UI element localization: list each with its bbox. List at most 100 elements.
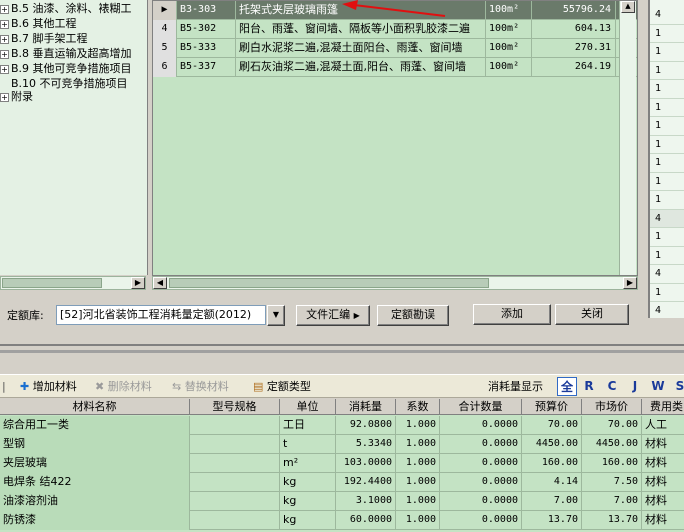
cell-material-name[interactable]: 油漆溶剂油 bbox=[0, 492, 190, 511]
cell-consumption[interactable]: 92.0800 bbox=[336, 416, 396, 435]
tree-item-b9[interactable]: + B.9 其他可竞争措施项目 bbox=[0, 61, 132, 76]
header-unit[interactable]: 单位 bbox=[280, 399, 336, 415]
splitter[interactable] bbox=[0, 350, 684, 353]
cell-total-qty[interactable]: 0.0000 bbox=[440, 416, 522, 435]
cell-consumption[interactable]: 192.4400 bbox=[336, 473, 396, 492]
cell-material-name[interactable]: 型钢 bbox=[0, 435, 190, 454]
tree-item-b8[interactable]: + B.8 垂直运输及超高增加 bbox=[0, 46, 132, 61]
cell-spec[interactable] bbox=[190, 416, 280, 435]
cell-total-qty[interactable]: 0.0000 bbox=[440, 454, 522, 473]
cell-budget-price[interactable]: 7.00 bbox=[522, 492, 582, 511]
header-budget-price[interactable]: 预算价 bbox=[522, 399, 582, 415]
cell-coefficient[interactable]: 1.000 bbox=[396, 416, 440, 435]
scroll-thumb[interactable] bbox=[2, 278, 102, 288]
tree-item-b5[interactable]: + B.5 油漆、涂料、裱糊工 bbox=[0, 1, 132, 16]
scroll-right-icon[interactable]: ▶ bbox=[131, 277, 145, 289]
cell-budget-price[interactable]: 4450.00 bbox=[522, 435, 582, 454]
cell-spec[interactable] bbox=[190, 435, 280, 454]
cell-spec[interactable] bbox=[190, 454, 280, 473]
expand-icon[interactable]: + bbox=[0, 92, 9, 102]
cell-cost-type[interactable]: 材料 bbox=[642, 511, 684, 530]
table-row[interactable]: 型钢 t 5.3340 1.000 0.0000 4450.00 4450.00 材料 bbox=[0, 435, 684, 454]
expand-icon[interactable]: + bbox=[0, 4, 9, 14]
cell-total-qty[interactable]: 0.0000 bbox=[440, 511, 522, 530]
cell-consumption[interactable]: 60.0000 bbox=[336, 511, 396, 530]
cell-unit[interactable]: m² bbox=[280, 454, 336, 473]
cell-market-price[interactable]: 13.70 bbox=[582, 511, 642, 530]
cell-budget-price[interactable]: 4.14 bbox=[522, 473, 582, 492]
cell-market-price[interactable]: 7.50 bbox=[582, 473, 642, 492]
table-row[interactable]: 油漆溶剂油 kg 3.1000 1.000 0.0000 7.00 7.00 材料 bbox=[0, 492, 684, 511]
cell-unit[interactable]: kg bbox=[280, 511, 336, 530]
header-total-qty[interactable]: 合计数量 bbox=[440, 399, 522, 415]
cell-material-name[interactable]: 夹层玻璃 bbox=[0, 454, 190, 473]
header-spec[interactable]: 型号规格 bbox=[190, 399, 280, 415]
scroll-left-icon[interactable]: ◀ bbox=[153, 277, 167, 289]
cell-coefficient[interactable]: 1.000 bbox=[396, 492, 440, 511]
cell-total-qty[interactable]: 0.0000 bbox=[440, 492, 522, 511]
expand-icon[interactable]: + bbox=[0, 64, 9, 74]
cell-total-qty[interactable]: 0.0000 bbox=[440, 435, 522, 454]
header-market-price[interactable]: 市场价 bbox=[582, 399, 642, 415]
filter-r-button[interactable]: R bbox=[579, 377, 599, 396]
cell-coefficient[interactable]: 1.000 bbox=[396, 435, 440, 454]
cell-consumption[interactable]: 103.0000 bbox=[336, 454, 396, 473]
cell-total-qty[interactable]: 0.0000 bbox=[440, 473, 522, 492]
cell-budget-price[interactable]: 160.00 bbox=[522, 454, 582, 473]
add-button[interactable]: 添加 bbox=[473, 304, 551, 325]
cell-cost-type[interactable]: 材料 bbox=[642, 473, 684, 492]
cell-coefficient[interactable]: 1.000 bbox=[396, 511, 440, 530]
scroll-up-icon[interactable]: ▲ bbox=[621, 1, 635, 13]
cell-market-price[interactable]: 70.00 bbox=[582, 416, 642, 435]
filter-j-button[interactable]: J bbox=[625, 377, 645, 396]
cell-unit[interactable]: kg bbox=[280, 492, 336, 511]
cell-market-price[interactable]: 4450.00 bbox=[582, 435, 642, 454]
cell-unit[interactable]: t bbox=[280, 435, 336, 454]
cell-coefficient[interactable]: 1.000 bbox=[396, 454, 440, 473]
quota-vscrollbar[interactable]: ▲ bbox=[619, 1, 636, 275]
table-row[interactable]: 夹层玻璃 m² 103.0000 1.000 0.0000 160.00 160.00 材料 bbox=[0, 454, 684, 473]
filter-w-button[interactable]: W bbox=[648, 377, 668, 396]
cell-consumption[interactable]: 5.3340 bbox=[336, 435, 396, 454]
cell-spec[interactable] bbox=[190, 492, 280, 511]
header-cost-type[interactable]: 费用类 bbox=[642, 399, 684, 415]
dropdown-arrow-icon[interactable]: ▼ bbox=[267, 305, 285, 326]
expand-icon[interactable]: + bbox=[0, 19, 9, 29]
tree-hscrollbar[interactable]: ▶ bbox=[0, 276, 146, 290]
replace-material-button[interactable]: ⇆ 替换材料 bbox=[172, 379, 229, 395]
table-row[interactable]: 综合用工一类 工日 92.0800 1.000 0.0000 70.00 70.00 人工 bbox=[0, 416, 684, 435]
filter-all-button[interactable]: 全 bbox=[557, 377, 577, 396]
cell-unit[interactable]: 工日 bbox=[280, 416, 336, 435]
tree-item-appendix[interactable]: + 附录 bbox=[0, 89, 33, 104]
table-row[interactable]: 6 B5-337 刷石灰油浆二遍,混凝土面,阳台、雨蓬、窗间墙 100m² 26… bbox=[153, 58, 637, 77]
scroll-thumb[interactable] bbox=[169, 278, 489, 288]
cell-market-price[interactable]: 160.00 bbox=[582, 454, 642, 473]
quota-errata-button[interactable]: 定额勘误 bbox=[377, 305, 449, 326]
cell-material-name[interactable]: 综合用工一类 bbox=[0, 416, 190, 435]
cell-cost-type[interactable]: 材料 bbox=[642, 454, 684, 473]
cell-material-name[interactable]: 电焊条 结422 bbox=[0, 473, 190, 492]
file-summary-button[interactable]: 文件汇编 ▶ bbox=[296, 305, 370, 326]
add-material-button[interactable]: ✚ 增加材料 bbox=[20, 379, 77, 395]
table-row[interactable]: 电焊条 结422 kg 192.4400 1.000 0.0000 4.14 7.50 材料 bbox=[0, 473, 684, 492]
filter-c-button[interactable]: C bbox=[602, 377, 622, 396]
quota-lib-select[interactable]: [52]河北省装饰工程消耗量定额(2012) bbox=[56, 305, 266, 325]
delete-material-button[interactable]: ✖ 删除材料 bbox=[95, 379, 152, 395]
cell-budget-price[interactable]: 13.70 bbox=[522, 511, 582, 530]
cell-spec[interactable] bbox=[190, 511, 280, 530]
scroll-right-icon[interactable]: ▶ bbox=[623, 277, 637, 289]
cell-market-price[interactable]: 7.00 bbox=[582, 492, 642, 511]
cell-consumption[interactable]: 3.1000 bbox=[336, 492, 396, 511]
quota-type-button[interactable]: ▤ 定额类型 bbox=[253, 379, 311, 395]
header-consumption[interactable]: 消耗量 bbox=[336, 399, 396, 415]
expand-icon[interactable]: + bbox=[0, 34, 9, 44]
tree-item-b6[interactable]: + B.6 其他工程 bbox=[0, 16, 77, 31]
cell-budget-price[interactable]: 70.00 bbox=[522, 416, 582, 435]
cell-cost-type[interactable]: 人工 bbox=[642, 416, 684, 435]
cell-cost-type[interactable]: 材料 bbox=[642, 492, 684, 511]
header-coefficient[interactable]: 系数 bbox=[396, 399, 440, 415]
cell-cost-type[interactable]: 材料 bbox=[642, 435, 684, 454]
cell-material-name[interactable]: 防锈漆 bbox=[0, 511, 190, 530]
table-row[interactable]: 5 B5-333 刷白水泥浆二遍,混凝土面阳台、雨蓬、窗间墙 100m² 270… bbox=[153, 39, 637, 58]
table-row[interactable]: 防锈漆 kg 60.0000 1.000 0.0000 13.70 13.70 材料 bbox=[0, 511, 684, 530]
